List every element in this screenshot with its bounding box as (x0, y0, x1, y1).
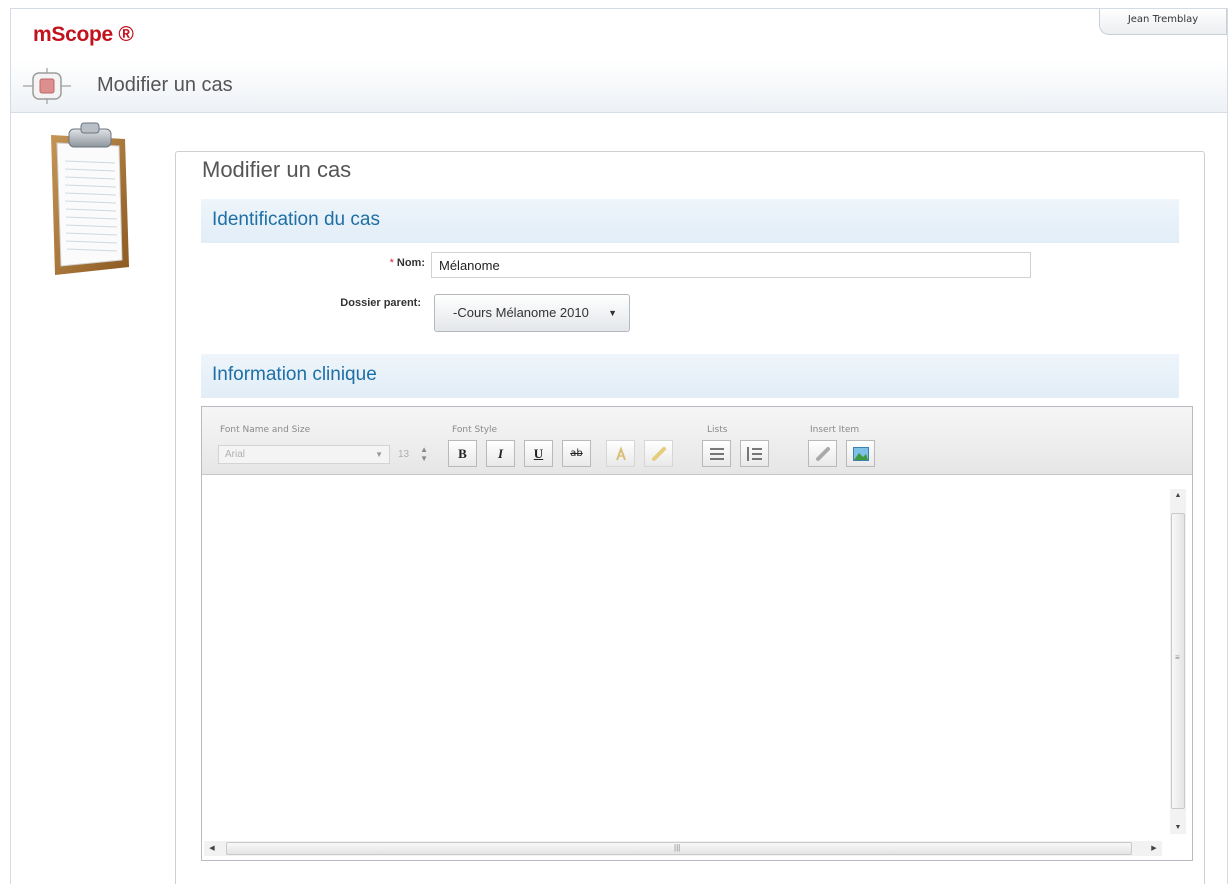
scroll-right-icon[interactable]: ▶ (1146, 841, 1162, 856)
bold-button[interactable]: B (448, 440, 477, 467)
editor-content-area[interactable] (202, 475, 1192, 842)
scroll-down-icon[interactable]: ▼ (1170, 824, 1186, 831)
group-label-font: Font Name and Size (220, 425, 311, 435)
chevron-down-icon: ▼ (608, 308, 617, 318)
name-label-text: Nom: (396, 257, 425, 269)
spinner-arrows-icon: ▲ ▼ (420, 445, 428, 463)
section-title: Information clinique (212, 364, 377, 385)
link-icon (815, 447, 830, 461)
highlighter-icon (651, 447, 666, 461)
vertical-scrollbar[interactable]: ▲ ≡ ▼ (1170, 489, 1186, 834)
page-title: Modifier un cas (97, 74, 233, 96)
underline-button[interactable]: U (524, 440, 553, 467)
font-name-value: Arial (225, 449, 246, 460)
bullet-list-icon (709, 448, 724, 460)
highlight-button[interactable] (644, 440, 673, 467)
group-label-lists: Lists (707, 425, 728, 435)
editor-toolbar: Font Name and Size Font Style Lists Inse… (202, 407, 1192, 475)
image-icon (852, 447, 869, 461)
strikethrough-button[interactable]: ab (562, 440, 591, 467)
target-icon (23, 68, 71, 104)
brand-logo: mScope ® (33, 23, 134, 46)
text-color-button[interactable] (606, 440, 635, 467)
app-window: Jean Tremblay mScope ® Modifier un cas M… (10, 8, 1228, 884)
insert-link-button[interactable] (808, 440, 837, 467)
required-marker: * (389, 257, 394, 269)
grip-icon: ≡ (1175, 653, 1180, 662)
bullet-list-button[interactable] (702, 440, 731, 467)
user-menu[interactable]: Jean Tremblay (1099, 9, 1227, 35)
name-label: * Nom: (311, 257, 425, 269)
rich-text-editor: Font Name and Size Font Style Lists Inse… (201, 406, 1193, 861)
numbered-list-button[interactable] (740, 440, 769, 467)
scroll-left-icon[interactable]: ◀ (204, 841, 220, 856)
grip-icon: ||| (674, 843, 681, 852)
group-label-style: Font Style (452, 425, 498, 435)
text-color-icon (615, 446, 626, 461)
numbered-list-icon (746, 447, 762, 461)
italic-button[interactable]: I (486, 440, 515, 467)
insert-image-button[interactable] (846, 440, 875, 467)
horizontal-scrollbar[interactable]: ◀ ||| ▶ (204, 841, 1162, 856)
scroll-up-icon[interactable]: ▲ (1170, 492, 1186, 499)
font-size-stepper[interactable]: 13 ▲ ▼ (392, 445, 432, 464)
group-label-insert: Insert Item (810, 425, 860, 435)
parent-folder-dropdown[interactable]: -Cours Mélanome 2010 ▼ (434, 294, 630, 332)
font-size-value: 13 (398, 449, 410, 460)
page-header: Modifier un cas (11, 61, 1227, 113)
parent-folder-label: Dossier parent: (340, 297, 421, 309)
parent-folder-value: -Cours Mélanome 2010 (453, 305, 589, 320)
section-identification: Identification du cas (201, 199, 1179, 243)
clipboard-icon (51, 122, 129, 275)
fieldset-legend: Modifier un cas (196, 157, 358, 183)
section-title: Identification du cas (212, 209, 380, 230)
chevron-down-icon: ▼ (375, 450, 383, 459)
section-clinical: Information clinique (201, 354, 1179, 398)
font-name-select[interactable]: Arial ▼ (218, 445, 390, 464)
name-field[interactable] (431, 252, 1031, 278)
